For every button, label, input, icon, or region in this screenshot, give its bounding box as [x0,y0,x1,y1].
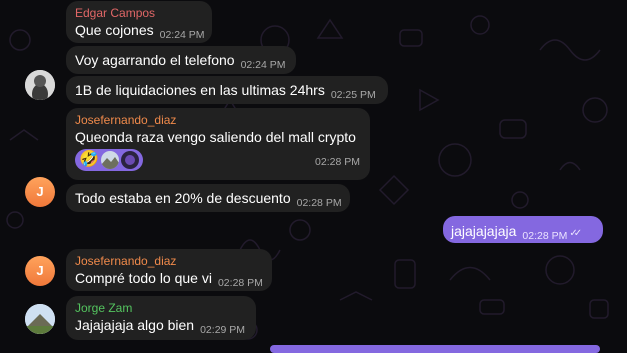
message-bubble[interactable]: Edgar Campos Que cojones 02:24 PM [66,1,212,43]
message-bubble[interactable]: Jorge Zam Jajajajaja algo bien 02:29 PM [66,296,256,340]
avatar[interactable]: J [25,177,55,207]
sender-name[interactable]: Jorge Zam [75,301,246,316]
message-text: jajajajajaja [451,223,517,239]
sender-name[interactable]: Edgar Campos [75,6,202,21]
message-text: 1B de liquidaciones en las ultimas 24hrs [75,82,325,98]
message-time: 02:28 PM [217,277,263,289]
avatar[interactable]: J [25,256,55,286]
outgoing-message-bubble[interactable]: jajajajajaja 02:28 PM ✓✓ [443,216,603,243]
dark-photo-icon [120,151,139,169]
message-text: Todo estaba en 20% de descuento [75,190,291,206]
message-time: 02:24 PM [159,29,205,41]
message-text: Jajajajaja algo bien [75,317,195,333]
message-time: 02:25 PM [330,89,376,101]
laughing-emoji-icon[interactable]: 🤣 [79,151,99,169]
message-bubble[interactable]: Todo estaba en 20% de descuento 02:28 PM [66,184,350,212]
reactor-avatar [100,151,119,169]
message-time: 02:28 PM [522,230,568,242]
message-time: 02:24 PM [240,59,286,71]
pyramid-photo-icon [25,304,55,334]
double-check-icon: ✓✓ [569,228,582,239]
message-time: 02:29 PM [200,324,246,336]
landscape-photo-icon [100,151,119,169]
reactor-avatar [120,151,139,169]
sender-name[interactable]: Josefernando_diaz [75,113,360,128]
person-photo-icon [25,70,55,100]
message-text: Queonda raza vengo saliendo del mall cry… [75,129,356,145]
avatar[interactable] [25,70,55,100]
message-bubble[interactable]: Josefernando_diaz Queonda raza vengo sal… [66,108,370,180]
message-time: 02:28 PM [296,197,342,209]
message-bubble[interactable]: 1B de liquidaciones en las ultimas 24hrs… [66,76,388,104]
reaction-bar[interactable]: 🤣 [75,149,143,171]
message-bubble[interactable]: Voy agarrando el telefono 02:24 PM [66,46,296,74]
message-text: Voy agarrando el telefono [75,52,235,68]
message-bubble[interactable]: Josefernando_diaz Compré todo lo que vi 0… [66,249,272,291]
message-time: 02:28 PM [315,155,360,168]
message-text: Compré todo lo que vi [75,270,212,286]
sender-name[interactable]: Josefernando_diaz [75,254,262,269]
message-text: Que cojones [75,22,154,38]
avatar[interactable] [25,304,55,334]
outgoing-message-bubble-partial[interactable] [270,345,600,353]
